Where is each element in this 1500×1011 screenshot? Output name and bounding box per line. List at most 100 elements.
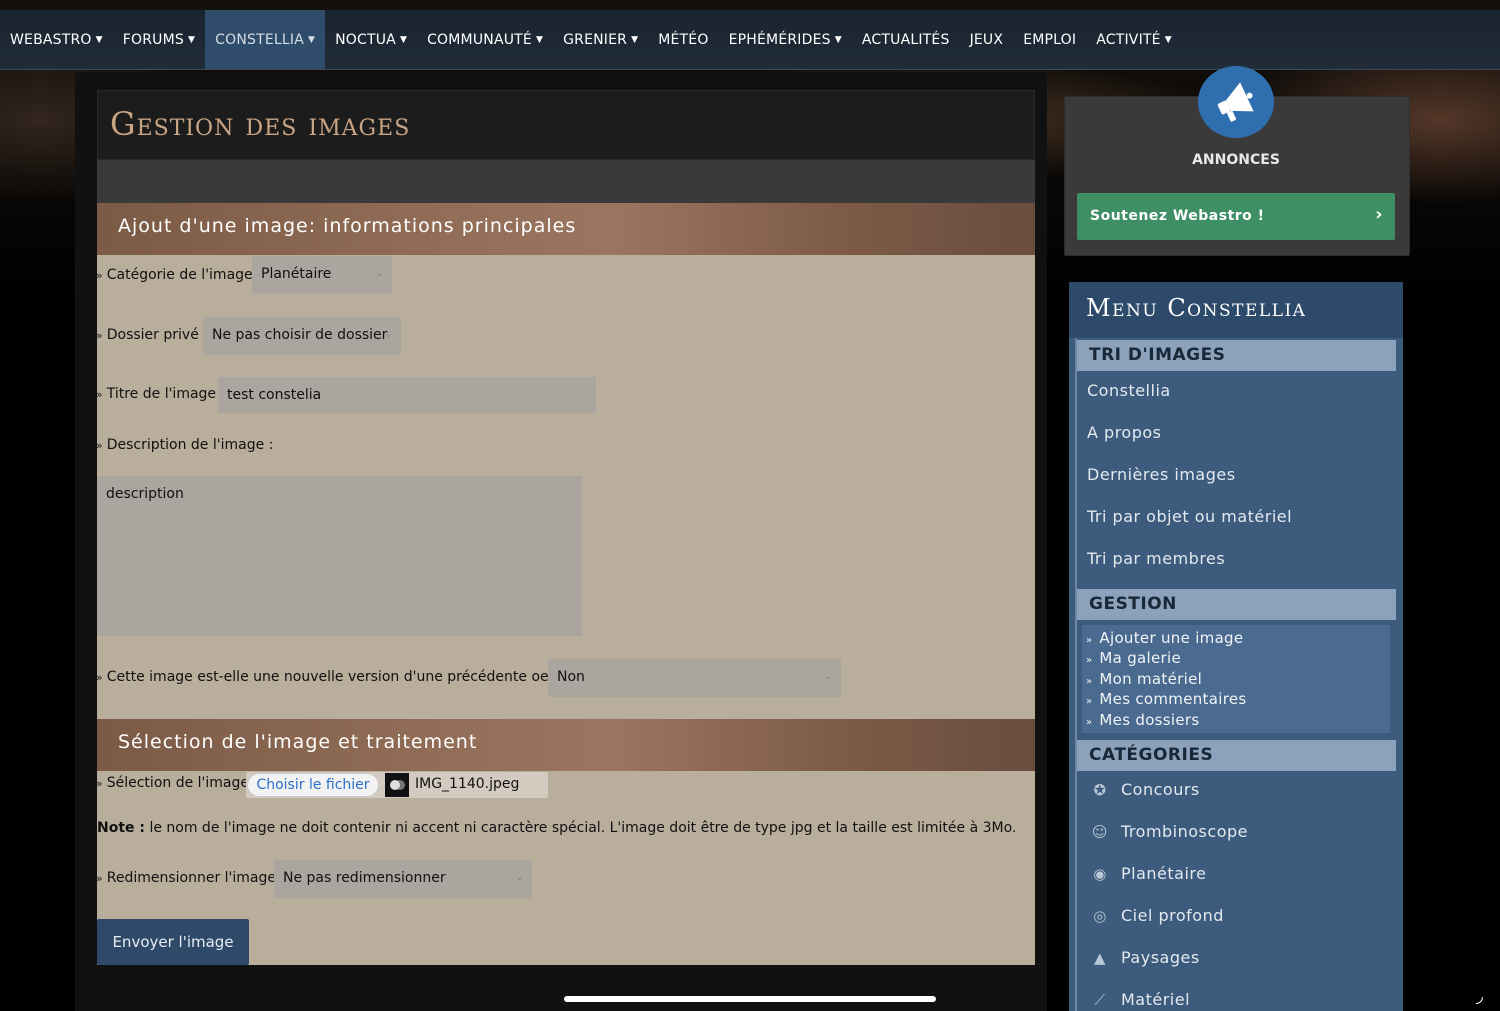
galaxy-icon: ◎	[1093, 907, 1107, 925]
submit-image-button[interactable]: Envoyer l'image	[97, 919, 249, 965]
nav-label: EMPLOI	[1023, 31, 1077, 48]
gestion-link-label: Ma galerie	[1099, 649, 1181, 667]
new-version-select[interactable]: Non ⌄	[548, 659, 841, 697]
nav-item-ephemerides[interactable]: EPHÉMÉRIDES ▼	[719, 10, 852, 69]
resize-select[interactable]: Ne pas redimensionner ⌄	[274, 860, 532, 898]
chevron-right-icon: ›	[1375, 204, 1383, 225]
nav-item-meteo[interactable]: MÉTÉO	[648, 10, 718, 69]
caret-down-icon: ▼	[1164, 34, 1172, 45]
category-link-label: Ciel profond	[1121, 906, 1224, 925]
file-name: IMG_1140.jpeg	[415, 776, 520, 792]
nav-label: EPHÉMÉRIDES	[728, 31, 831, 48]
gestion-link-dossiers[interactable]: » Mes dossiers	[1086, 711, 1199, 729]
nav-item-forums[interactable]: FORUMS ▼	[113, 10, 205, 69]
new-version-label-text: Cette image est-elle une nouvelle versio…	[106, 669, 592, 685]
gestion-link-ajouter[interactable]: » Ajouter une image	[1086, 629, 1243, 647]
double-chevron-icon: »	[96, 269, 103, 282]
double-chevron-icon: »	[96, 439, 103, 452]
chevron-down-icon: ⌄	[383, 327, 393, 340]
category-link-label: Concours	[1121, 780, 1200, 799]
choose-file-button[interactable]: Choisir le fichier	[247, 773, 379, 797]
gestion-link-label: Mes dossiers	[1099, 711, 1200, 729]
nav-item-activite[interactable]: ACTIVITÉ ▼	[1086, 10, 1182, 69]
category-link-materiel[interactable]: ⟋ Matériel	[1089, 990, 1190, 1009]
nav-item-communaute[interactable]: COMMUNAUTÉ ▼	[417, 10, 553, 69]
menu-link-tri-membres[interactable]: Tri par membres	[1087, 549, 1225, 568]
nav-item-constellia[interactable]: CONSTELLIA ▼	[205, 10, 326, 69]
description-textarea[interactable]: description	[97, 476, 582, 636]
megaphone-icon[interactable]	[1198, 66, 1274, 138]
resize-select-value: Ne pas redimensionner	[283, 870, 446, 886]
nav-item-webastro[interactable]: WEBASTRO ▼	[0, 10, 113, 69]
nav-label: NOCTUA	[335, 31, 396, 48]
menu-section-categories: CATÉGORIES	[1077, 740, 1396, 771]
nav-item-grenier[interactable]: GRENIER ▼	[553, 10, 648, 69]
category-link-planetaire[interactable]: ◉ Planétaire	[1089, 864, 1206, 883]
caret-down-icon: ▼	[399, 34, 408, 45]
category-label: » Catégorie de l'image :	[96, 267, 262, 283]
chevron-down-icon: ⌄	[374, 266, 384, 279]
top-navbar: WEBASTRO ▼ FORUMS ▼ CONSTELLIA ▼ NOCTUA ▼ CO…	[0, 10, 1500, 70]
folder-label-text: Dossier privé :	[106, 327, 208, 343]
chevron-down-icon: ⌄	[823, 669, 833, 682]
double-chevron-icon: »	[1086, 655, 1093, 666]
telescope-icon: ⟋	[1094, 991, 1106, 1009]
category-link-label: Paysages	[1121, 948, 1200, 967]
support-button-label: Soutenez Webastro !	[1090, 208, 1265, 224]
section-header-image-selection: Sélection de l'image et traitement	[97, 719, 1035, 771]
menu-section-tri: TRI D'IMAGES	[1077, 340, 1396, 371]
note-bold: Note :	[97, 820, 145, 836]
menu-link-a-propos[interactable]: A propos	[1087, 423, 1161, 442]
section-header-main-info: Ajout d'une image: informations principa…	[97, 203, 1035, 255]
home-indicator[interactable]	[564, 996, 936, 1002]
portrait-icon: ☺	[1091, 823, 1109, 841]
award-icon: ✪	[1093, 781, 1107, 799]
category-link-concours[interactable]: ✪ Concours	[1089, 780, 1200, 799]
category-link-trombinoscope[interactable]: ☺ Trombinoscope	[1089, 822, 1248, 841]
nav-label: MÉTÉO	[658, 31, 709, 48]
title-input[interactable]: test constelia	[218, 377, 596, 413]
menu-link-dernieres-images[interactable]: Dernières images	[1087, 465, 1236, 484]
double-chevron-icon: »	[1086, 717, 1093, 728]
nav-item-noctua[interactable]: NOCTUA ▼	[325, 10, 417, 69]
title-label: » Titre de l'image :	[96, 386, 225, 402]
nav-label: GRENIER	[563, 31, 628, 48]
nav-item-actualites[interactable]: ACTUALITÉS	[852, 10, 960, 69]
nav-label: JEUX	[969, 31, 1004, 48]
category-link-ciel-profond[interactable]: ◎ Ciel profond	[1089, 906, 1224, 925]
upload-note: Note : le nom de l'image ne doit conteni…	[97, 820, 1016, 836]
title-label-text: Titre de l'image :	[106, 386, 226, 402]
category-link-label: Matériel	[1121, 990, 1191, 1009]
nav-label: COMMUNAUTÉ	[427, 31, 532, 48]
nav-label: WEBASTRO	[10, 31, 92, 48]
resize-label-text: Redimensionner l'image :	[106, 870, 286, 886]
gestion-link-materiel[interactable]: » Mon matériel	[1086, 670, 1202, 688]
caret-down-icon: ▼	[188, 34, 196, 45]
double-chevron-icon: »	[96, 388, 103, 401]
category-link-paysages[interactable]: ▲ Paysages	[1089, 948, 1200, 967]
double-chevron-icon: »	[1086, 635, 1093, 646]
nav-item-emploi[interactable]: EMPLOI	[1013, 10, 1086, 69]
loading-spinner-icon: ◞	[1476, 986, 1483, 1007]
folder-select[interactable]: Ne pas choisir de dossier ⌄	[203, 317, 401, 355]
double-chevron-icon: »	[96, 777, 103, 790]
nav-label: FORUMS	[122, 31, 184, 48]
file-thumbnail	[385, 773, 409, 797]
nav-item-jeux[interactable]: JEUX	[960, 10, 1014, 69]
gestion-link-commentaires[interactable]: » Mes commentaires	[1086, 690, 1246, 708]
caret-down-icon: ▼	[307, 34, 316, 45]
gestion-link-galerie[interactable]: » Ma galerie	[1086, 649, 1181, 667]
menu-link-tri-objet[interactable]: Tri par objet ou matériel	[1087, 507, 1292, 526]
description-label-text: Description de l'image :	[106, 437, 274, 453]
caret-down-icon: ▼	[834, 34, 842, 45]
menu-link-constellia[interactable]: Constellia	[1087, 381, 1171, 400]
category-select[interactable]: Planétaire ⌄	[252, 256, 392, 294]
file-input: Choisir le fichier IMG_1140.jpeg	[246, 772, 548, 798]
support-webastro-button[interactable]: Soutenez Webastro ! ›	[1077, 193, 1395, 240]
megaphone-icon-svg	[1217, 82, 1254, 122]
category-link-label: Trombinoscope	[1121, 822, 1248, 841]
description-label: » Description de l'image :	[96, 437, 273, 453]
page-title-box: Gestion des images	[97, 90, 1035, 160]
double-chevron-icon: »	[96, 329, 103, 342]
nav-label: ACTIVITÉ	[1096, 31, 1161, 48]
